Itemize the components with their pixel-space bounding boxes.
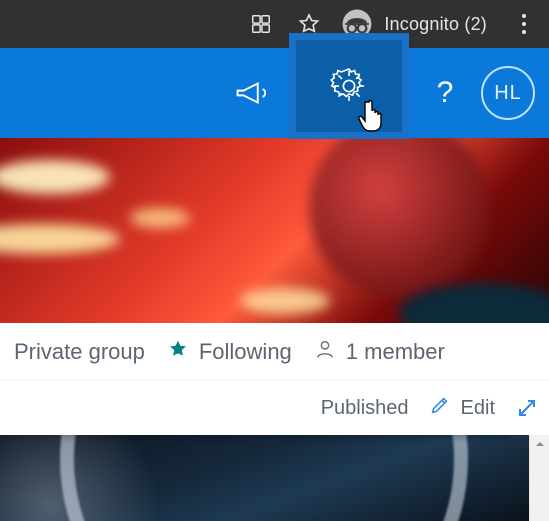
expand-icon[interactable] [515,396,539,420]
megaphone-icon[interactable] [227,67,279,119]
site-header-bar: ? HL [0,48,549,138]
incognito-label: Incognito (2) [384,14,487,35]
settings-button-highlight[interactable] [289,33,409,139]
privacy-label: Private group [14,339,145,365]
following-toggle[interactable]: Following [167,338,292,366]
scrollbar[interactable] [529,435,549,521]
edit-button[interactable]: Edit [429,394,495,422]
members-link[interactable]: 1 member [314,338,445,366]
browser-menu-icon[interactable] [507,7,541,41]
scroll-up-icon[interactable] [530,435,549,453]
edit-label: Edit [461,397,495,420]
site-hero-banner [0,138,549,323]
reader-view-icon[interactable] [244,7,278,41]
help-icon[interactable]: ? [425,76,465,110]
members-label: 1 member [346,339,445,365]
browser-chrome-bar: Incognito (2) [0,0,549,48]
webpart-image [0,435,529,521]
following-label: Following [199,339,292,365]
site-info-row: Private group Following 1 member [0,323,549,381]
page-content-wrap [0,435,549,521]
user-avatar[interactable]: HL [481,66,535,120]
star-filled-icon [167,338,189,366]
pencil-icon [429,394,451,422]
person-icon [314,338,336,366]
publish-status[interactable]: Published [321,397,409,420]
page-action-row: Published Edit [0,381,549,435]
cursor-hand-icon [358,97,390,138]
